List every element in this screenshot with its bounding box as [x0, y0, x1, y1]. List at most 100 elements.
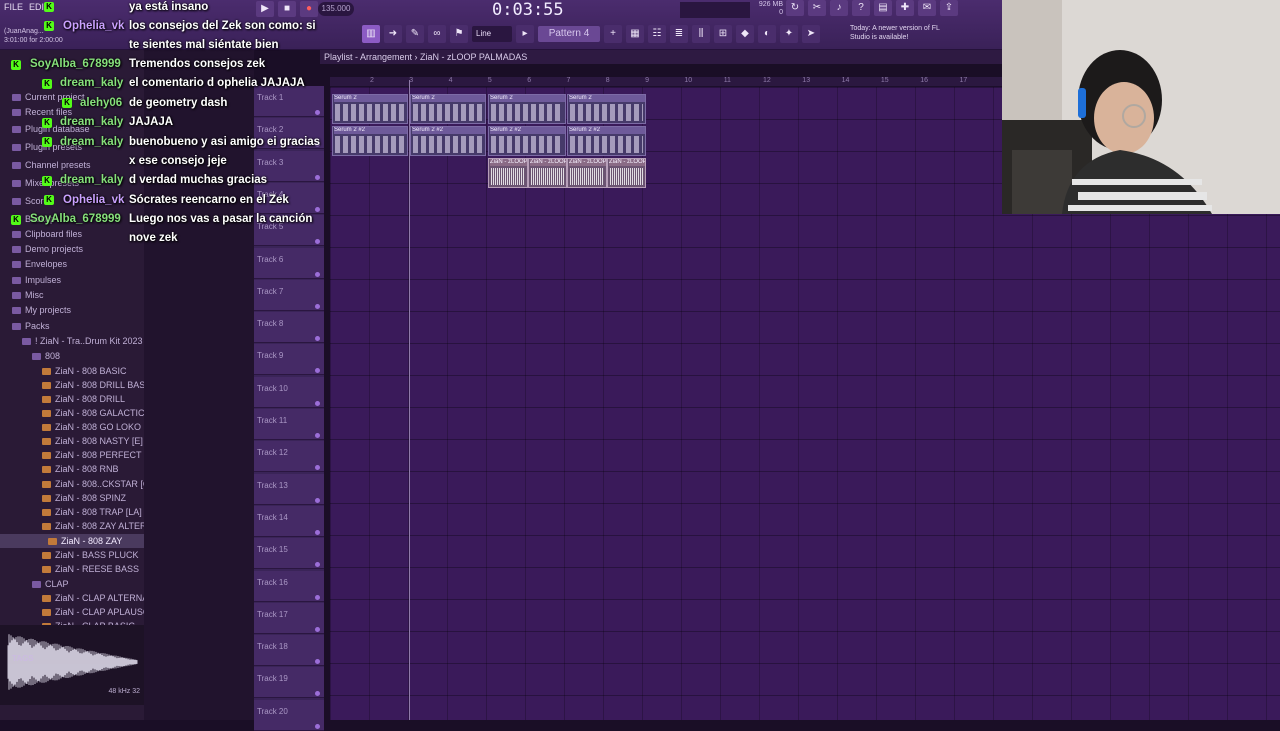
- track-header[interactable]: Track 14: [254, 505, 324, 537]
- track-header[interactable]: Track 10: [254, 376, 324, 408]
- pattern-selector[interactable]: Pattern 4: [538, 26, 600, 42]
- tags-label[interactable]: TAGS: [12, 654, 34, 663]
- browser-item[interactable]: ZiaN - 808 GALACTIC: [42, 406, 145, 420]
- channel-rack-icon[interactable]: ☷: [648, 25, 666, 43]
- browser-item[interactable]: ZiaN - 808 GO LOKO [G#]: [42, 420, 161, 434]
- track-mute-led[interactable]: [315, 594, 320, 600]
- send-icon[interactable]: ➤: [802, 25, 820, 43]
- browser-item[interactable]: ZiaN - CLAP APLAUSO: [42, 605, 150, 619]
- browser-item[interactable]: ZiaN - 808 NASTY [E]: [42, 434, 143, 448]
- browser-item[interactable]: ZiaN - 808 DRILL BASIC: [42, 378, 154, 392]
- chat-username[interactable]: SoyAlba_678999: [30, 58, 121, 70]
- chat-username[interactable]: Ophelia_vk: [63, 194, 124, 206]
- pattern-clip[interactable]: Serum 2: [488, 94, 566, 124]
- pattern-clip[interactable]: Serum 2 #2: [488, 126, 566, 156]
- track-header[interactable]: Track 13: [254, 473, 324, 505]
- help-icon[interactable]: ?: [852, 0, 870, 16]
- browser-item[interactable]: 808: [32, 349, 60, 363]
- wand-icon[interactable]: ✦: [780, 25, 798, 43]
- track-mute-led[interactable]: [315, 497, 320, 503]
- piano-roll-icon[interactable]: ≣: [670, 25, 688, 43]
- playhead[interactable]: [409, 80, 410, 720]
- plugin-icon[interactable]: ✚: [896, 0, 914, 16]
- browser-item[interactable]: ZiaN - 808 PERFECT: [42, 448, 142, 462]
- track-header[interactable]: Track 17: [254, 602, 324, 634]
- mic-icon[interactable]: ♪: [830, 0, 848, 16]
- browser-item[interactable]: Misc: [12, 288, 44, 302]
- chat-username[interactable]: alehy06: [80, 97, 122, 109]
- track-header[interactable]: Track 12: [254, 441, 324, 473]
- pattern-clip[interactable]: Serum 2 #2: [332, 126, 408, 156]
- track-mute-led[interactable]: [315, 626, 320, 632]
- browser-item[interactable]: Envelopes: [12, 257, 67, 271]
- pattern-clip[interactable]: Serum 2 #2: [567, 126, 646, 156]
- browser-item[interactable]: ZiaN - REESE BASS: [42, 562, 139, 576]
- track-mute-led[interactable]: [315, 400, 320, 406]
- browser-icon[interactable]: ⊞: [714, 25, 732, 43]
- tempo-tapper-icon[interactable]: ◐: [758, 25, 776, 43]
- browser-item[interactable]: Packs: [12, 319, 50, 333]
- track-header[interactable]: Track 20: [254, 699, 324, 731]
- export-icon[interactable]: ⇪: [940, 0, 958, 16]
- track-mute-led[interactable]: [315, 465, 320, 471]
- chat-username[interactable]: Ophelia_vk: [63, 20, 124, 32]
- track-mute-led[interactable]: [315, 562, 320, 568]
- playlist-icon[interactable]: ▦: [626, 25, 644, 43]
- track-mute-led[interactable]: [315, 691, 320, 697]
- track-mute-led[interactable]: [315, 433, 320, 438]
- snap-select[interactable]: Line: [472, 26, 512, 42]
- track-header[interactable]: Track 7: [254, 279, 324, 311]
- pattern-clip[interactable]: Serum 2: [332, 94, 408, 124]
- link-icon[interactable]: ∞: [428, 25, 446, 43]
- browser-item[interactable]: ZiaN - 808..CKSTAR [G#]: [42, 477, 157, 491]
- track-header[interactable]: Track 9: [254, 344, 324, 376]
- browser-item[interactable]: ZiaN - 808 SPINZ: [42, 491, 126, 505]
- browser-item[interactable]: Impulses: [12, 273, 61, 287]
- track-mute-led[interactable]: [315, 723, 320, 729]
- track-header[interactable]: Track 16: [254, 570, 324, 602]
- browser-item[interactable]: ZiaN - 808 RNB: [42, 462, 119, 476]
- chat-username[interactable]: SoyAlba_678999: [30, 213, 121, 225]
- chat-icon[interactable]: ✉: [918, 0, 936, 16]
- track-header[interactable]: Track 19: [254, 667, 324, 699]
- arrow-icon[interactable]: ➜: [384, 25, 402, 43]
- audio-clip[interactable]: ZiaN - zLOOP PALMADAS: [567, 158, 607, 188]
- track-mute-led[interactable]: [315, 529, 320, 535]
- audio-clip[interactable]: ZiaN - zLOOP PALMADAS: [488, 158, 528, 188]
- add-pattern-icon[interactable]: +: [604, 25, 622, 43]
- cut-icon[interactable]: ✂: [808, 0, 826, 16]
- browser-item[interactable]: ZiaN - 808 DRILL: [42, 392, 125, 406]
- browser-item[interactable]: ZiaN - 808 BASIC: [42, 364, 127, 378]
- track-mute-led[interactable]: [315, 303, 320, 309]
- track-header[interactable]: Track 18: [254, 635, 324, 667]
- refresh-icon[interactable]: ↻: [786, 0, 804, 16]
- save-icon[interactable]: ▤: [874, 0, 892, 16]
- piano-icon[interactable]: ▥: [362, 25, 380, 43]
- mixer-icon[interactable]: ⫼: [692, 25, 710, 43]
- pencil-icon[interactable]: ✎: [406, 25, 424, 43]
- audio-clip[interactable]: ZiaN - zLOOP PALMADAS: [528, 158, 567, 188]
- pattern-clip[interactable]: Serum 2: [567, 94, 646, 124]
- track-mute-led[interactable]: [315, 368, 320, 374]
- track-mute-led[interactable]: [315, 271, 320, 277]
- plugin-picker-icon[interactable]: ◆: [736, 25, 754, 43]
- browser-item[interactable]: CLAP: [32, 577, 69, 591]
- browser-item-selected[interactable]: ZiaN - 808 ZAY: [0, 534, 144, 548]
- timeline-ruler[interactable]: 2 3 4 5 6 7 8 9 10 11 12 13 14 15 16 17: [330, 77, 1002, 87]
- pattern-clip[interactable]: Serum 2 #2: [410, 126, 486, 156]
- browser-item[interactable]: ZiaN - 808 TRAP [LA]: [42, 505, 142, 519]
- track-mute-led[interactable]: [315, 659, 320, 665]
- track-header[interactable]: Track 8: [254, 312, 324, 344]
- chat-username[interactable]: dream_kaly: [60, 136, 123, 148]
- track-mute-led[interactable]: [315, 336, 320, 342]
- play-pattern-icon[interactable]: ▸: [516, 25, 534, 43]
- audio-clip[interactable]: ZiaN - zLOOP PALMADAS: [607, 158, 646, 188]
- chat-username[interactable]: dream_kaly: [60, 77, 123, 89]
- pattern-clip[interactable]: Serum 2: [410, 94, 486, 124]
- browser-item[interactable]: ZiaN - 808 ZAY ALTER: [42, 519, 147, 533]
- chat-username[interactable]: dream_kaly: [60, 116, 123, 128]
- stamp-icon[interactable]: ⚑: [450, 25, 468, 43]
- browser-item[interactable]: ! ZiaN - Tra..Drum Kit 2023: [22, 334, 143, 348]
- chat-username[interactable]: dream_kaly: [60, 174, 123, 186]
- track-header[interactable]: Track 11: [254, 409, 324, 440]
